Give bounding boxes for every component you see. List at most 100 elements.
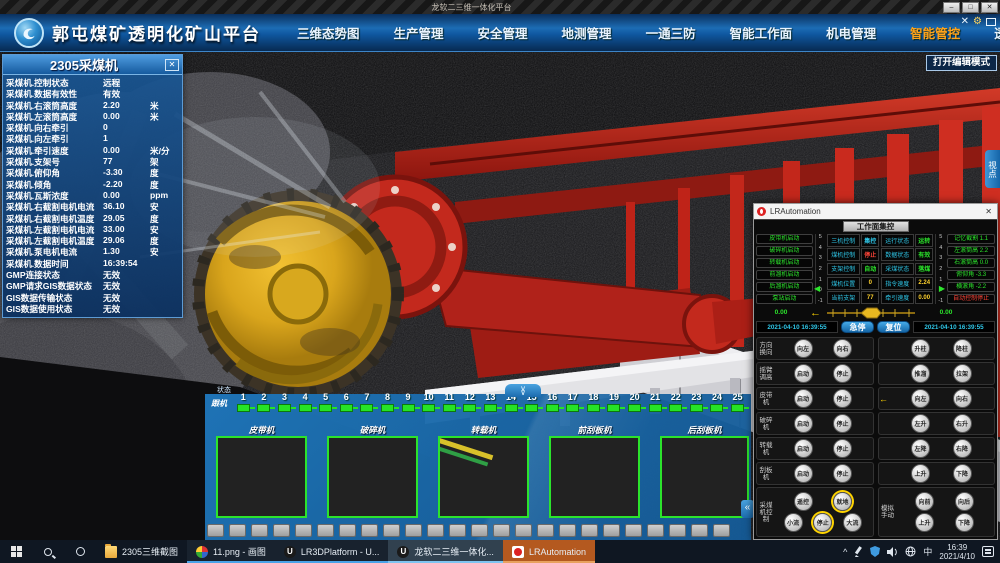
- filmstrip-item[interactable]: [691, 524, 708, 537]
- filmstrip-item[interactable]: [625, 524, 642, 537]
- round-control-button[interactable]: 上升: [915, 513, 934, 532]
- round-control-button[interactable]: 停止: [833, 364, 852, 383]
- nav-item[interactable]: 智能管控: [910, 23, 960, 42]
- round-control-button[interactable]: 停止: [833, 389, 852, 408]
- filmstrip-item[interactable]: [713, 524, 730, 537]
- round-control-button[interactable]: 大流: [843, 513, 862, 532]
- viewpoint-tab[interactable]: 视点: [985, 150, 1000, 188]
- support-status-square[interactable]: [690, 404, 703, 412]
- filmstrip-item[interactable]: [207, 524, 224, 537]
- filmstrip-item[interactable]: [537, 524, 554, 537]
- emergency-stop-button[interactable]: 急停: [841, 321, 874, 333]
- support-status-square[interactable]: [484, 404, 497, 412]
- round-control-button[interactable]: 就地: [833, 492, 852, 511]
- support-status-square[interactable]: [257, 404, 270, 412]
- round-control-button[interactable]: 启动: [794, 364, 813, 383]
- position-ruler[interactable]: [825, 307, 917, 319]
- close-icon[interactable]: ✕: [165, 59, 179, 71]
- nav-item[interactable]: 三维态势图: [297, 23, 360, 42]
- speaker-icon[interactable]: [887, 547, 898, 557]
- camera-thumbnail[interactable]: [438, 436, 529, 518]
- support-status-square[interactable]: [237, 404, 250, 412]
- camera-thumbnail[interactable]: [549, 436, 640, 518]
- support-status-square[interactable]: [422, 404, 435, 412]
- taskbar-item[interactable]: LR3DPlatform - U...: [275, 540, 389, 563]
- parameter-button[interactable]: 左滚筒高 2.2: [947, 246, 995, 256]
- round-control-button[interactable]: 拉架: [953, 364, 972, 383]
- round-control-button[interactable]: 小流: [784, 513, 803, 532]
- support-status-square[interactable]: [278, 404, 291, 412]
- reset-button[interactable]: 复位: [877, 321, 910, 333]
- search-button[interactable]: [32, 540, 64, 563]
- round-control-button[interactable]: 下降: [953, 464, 972, 483]
- round-control-button[interactable]: 向后: [955, 492, 974, 511]
- minimize-icon[interactable]: –: [943, 2, 960, 13]
- round-control-button[interactable]: 遥控: [794, 492, 813, 511]
- nav-item[interactable]: 一通三防: [646, 23, 696, 42]
- equipment-button[interactable]: 后溜机启动: [756, 282, 813, 292]
- filmstrip-item[interactable]: [603, 524, 620, 537]
- round-control-button[interactable]: 停止: [813, 513, 832, 532]
- support-status-square[interactable]: [463, 404, 476, 412]
- nav-item[interactable]: 地测管理: [562, 23, 612, 42]
- ime-indicator[interactable]: 中: [923, 545, 932, 558]
- taskbar-clock[interactable]: 16:39 2021/4/10: [939, 543, 975, 561]
- round-control-button[interactable]: 停止: [833, 464, 852, 483]
- task-view-button[interactable]: [64, 540, 96, 563]
- filmstrip-item[interactable]: [669, 524, 686, 537]
- filmstrip-item[interactable]: [449, 524, 466, 537]
- close-icon[interactable]: ✕: [983, 207, 994, 216]
- filmstrip-item[interactable]: [251, 524, 268, 537]
- round-control-button[interactable]: 下降: [955, 513, 974, 532]
- round-control-button[interactable]: 向左: [794, 339, 813, 358]
- support-status-square[interactable]: [628, 404, 641, 412]
- filmstrip-item[interactable]: [559, 524, 576, 537]
- taskbar-item[interactable]: 11.png - 画图: [187, 540, 275, 563]
- support-status-square[interactable]: [340, 404, 353, 412]
- camera-thumbnail[interactable]: [660, 436, 749, 518]
- round-control-button[interactable]: 右升: [953, 414, 972, 433]
- parameter-button[interactable]: 横滚角 -2.2: [947, 282, 995, 292]
- support-status-square[interactable]: [649, 404, 662, 412]
- filmstrip-item[interactable]: [647, 524, 664, 537]
- support-status-square[interactable]: [443, 404, 456, 412]
- round-control-button[interactable]: 停止: [833, 439, 852, 458]
- taskbar-item[interactable]: 龙软二三维一体化...: [388, 540, 503, 563]
- round-control-button[interactable]: 向右: [833, 339, 852, 358]
- equipment-button[interactable]: 转载机启动: [756, 258, 813, 268]
- support-status-square[interactable]: [299, 404, 312, 412]
- gear-icon[interactable]: ⚙: [973, 16, 982, 28]
- round-control-button[interactable]: 降柱: [953, 339, 972, 358]
- filmstrip-item[interactable]: [493, 524, 510, 537]
- pen-icon[interactable]: [854, 546, 863, 557]
- close-icon[interactable]: ✕: [981, 2, 998, 13]
- taskbar-item[interactable]: LRAutomation: [503, 540, 595, 563]
- camera-thumbnail[interactable]: [327, 436, 418, 518]
- parameter-button[interactable]: 俯仰角 -3.3: [947, 270, 995, 280]
- filmstrip-item[interactable]: [515, 524, 532, 537]
- open-edit-mode-button[interactable]: 打开编辑模式: [926, 55, 997, 71]
- support-status-square[interactable]: [381, 404, 394, 412]
- round-control-button[interactable]: 向右: [953, 389, 972, 408]
- start-button[interactable]: [0, 540, 32, 563]
- equipment-button[interactable]: 皮带机启动: [756, 234, 813, 244]
- round-control-button[interactable]: 左升: [911, 414, 930, 433]
- workface-control-tab[interactable]: 工作面集控: [843, 221, 909, 232]
- maximize-icon[interactable]: □: [962, 2, 979, 13]
- support-status-square[interactable]: [360, 404, 373, 412]
- round-control-button[interactable]: 启动: [794, 464, 813, 483]
- filmstrip-item[interactable]: [405, 524, 422, 537]
- nav-item[interactable]: 安全管理: [478, 23, 528, 42]
- support-status-square[interactable]: [669, 404, 682, 412]
- parameter-button[interactable]: 右滚筒高 0.0: [947, 258, 995, 268]
- support-status-square[interactable]: [525, 404, 538, 412]
- support-status-square[interactable]: [505, 404, 518, 412]
- filmstrip-item[interactable]: [229, 524, 246, 537]
- filmstrip-item[interactable]: [273, 524, 290, 537]
- notification-center-icon[interactable]: [982, 546, 994, 557]
- support-status-square[interactable]: [402, 404, 415, 412]
- filmstrip-item[interactable]: [295, 524, 312, 537]
- nav-item[interactable]: 智能工作面: [730, 23, 793, 42]
- restore-icon[interactable]: [986, 18, 996, 26]
- taskbar-item[interactable]: 2305三维截图: [96, 540, 187, 563]
